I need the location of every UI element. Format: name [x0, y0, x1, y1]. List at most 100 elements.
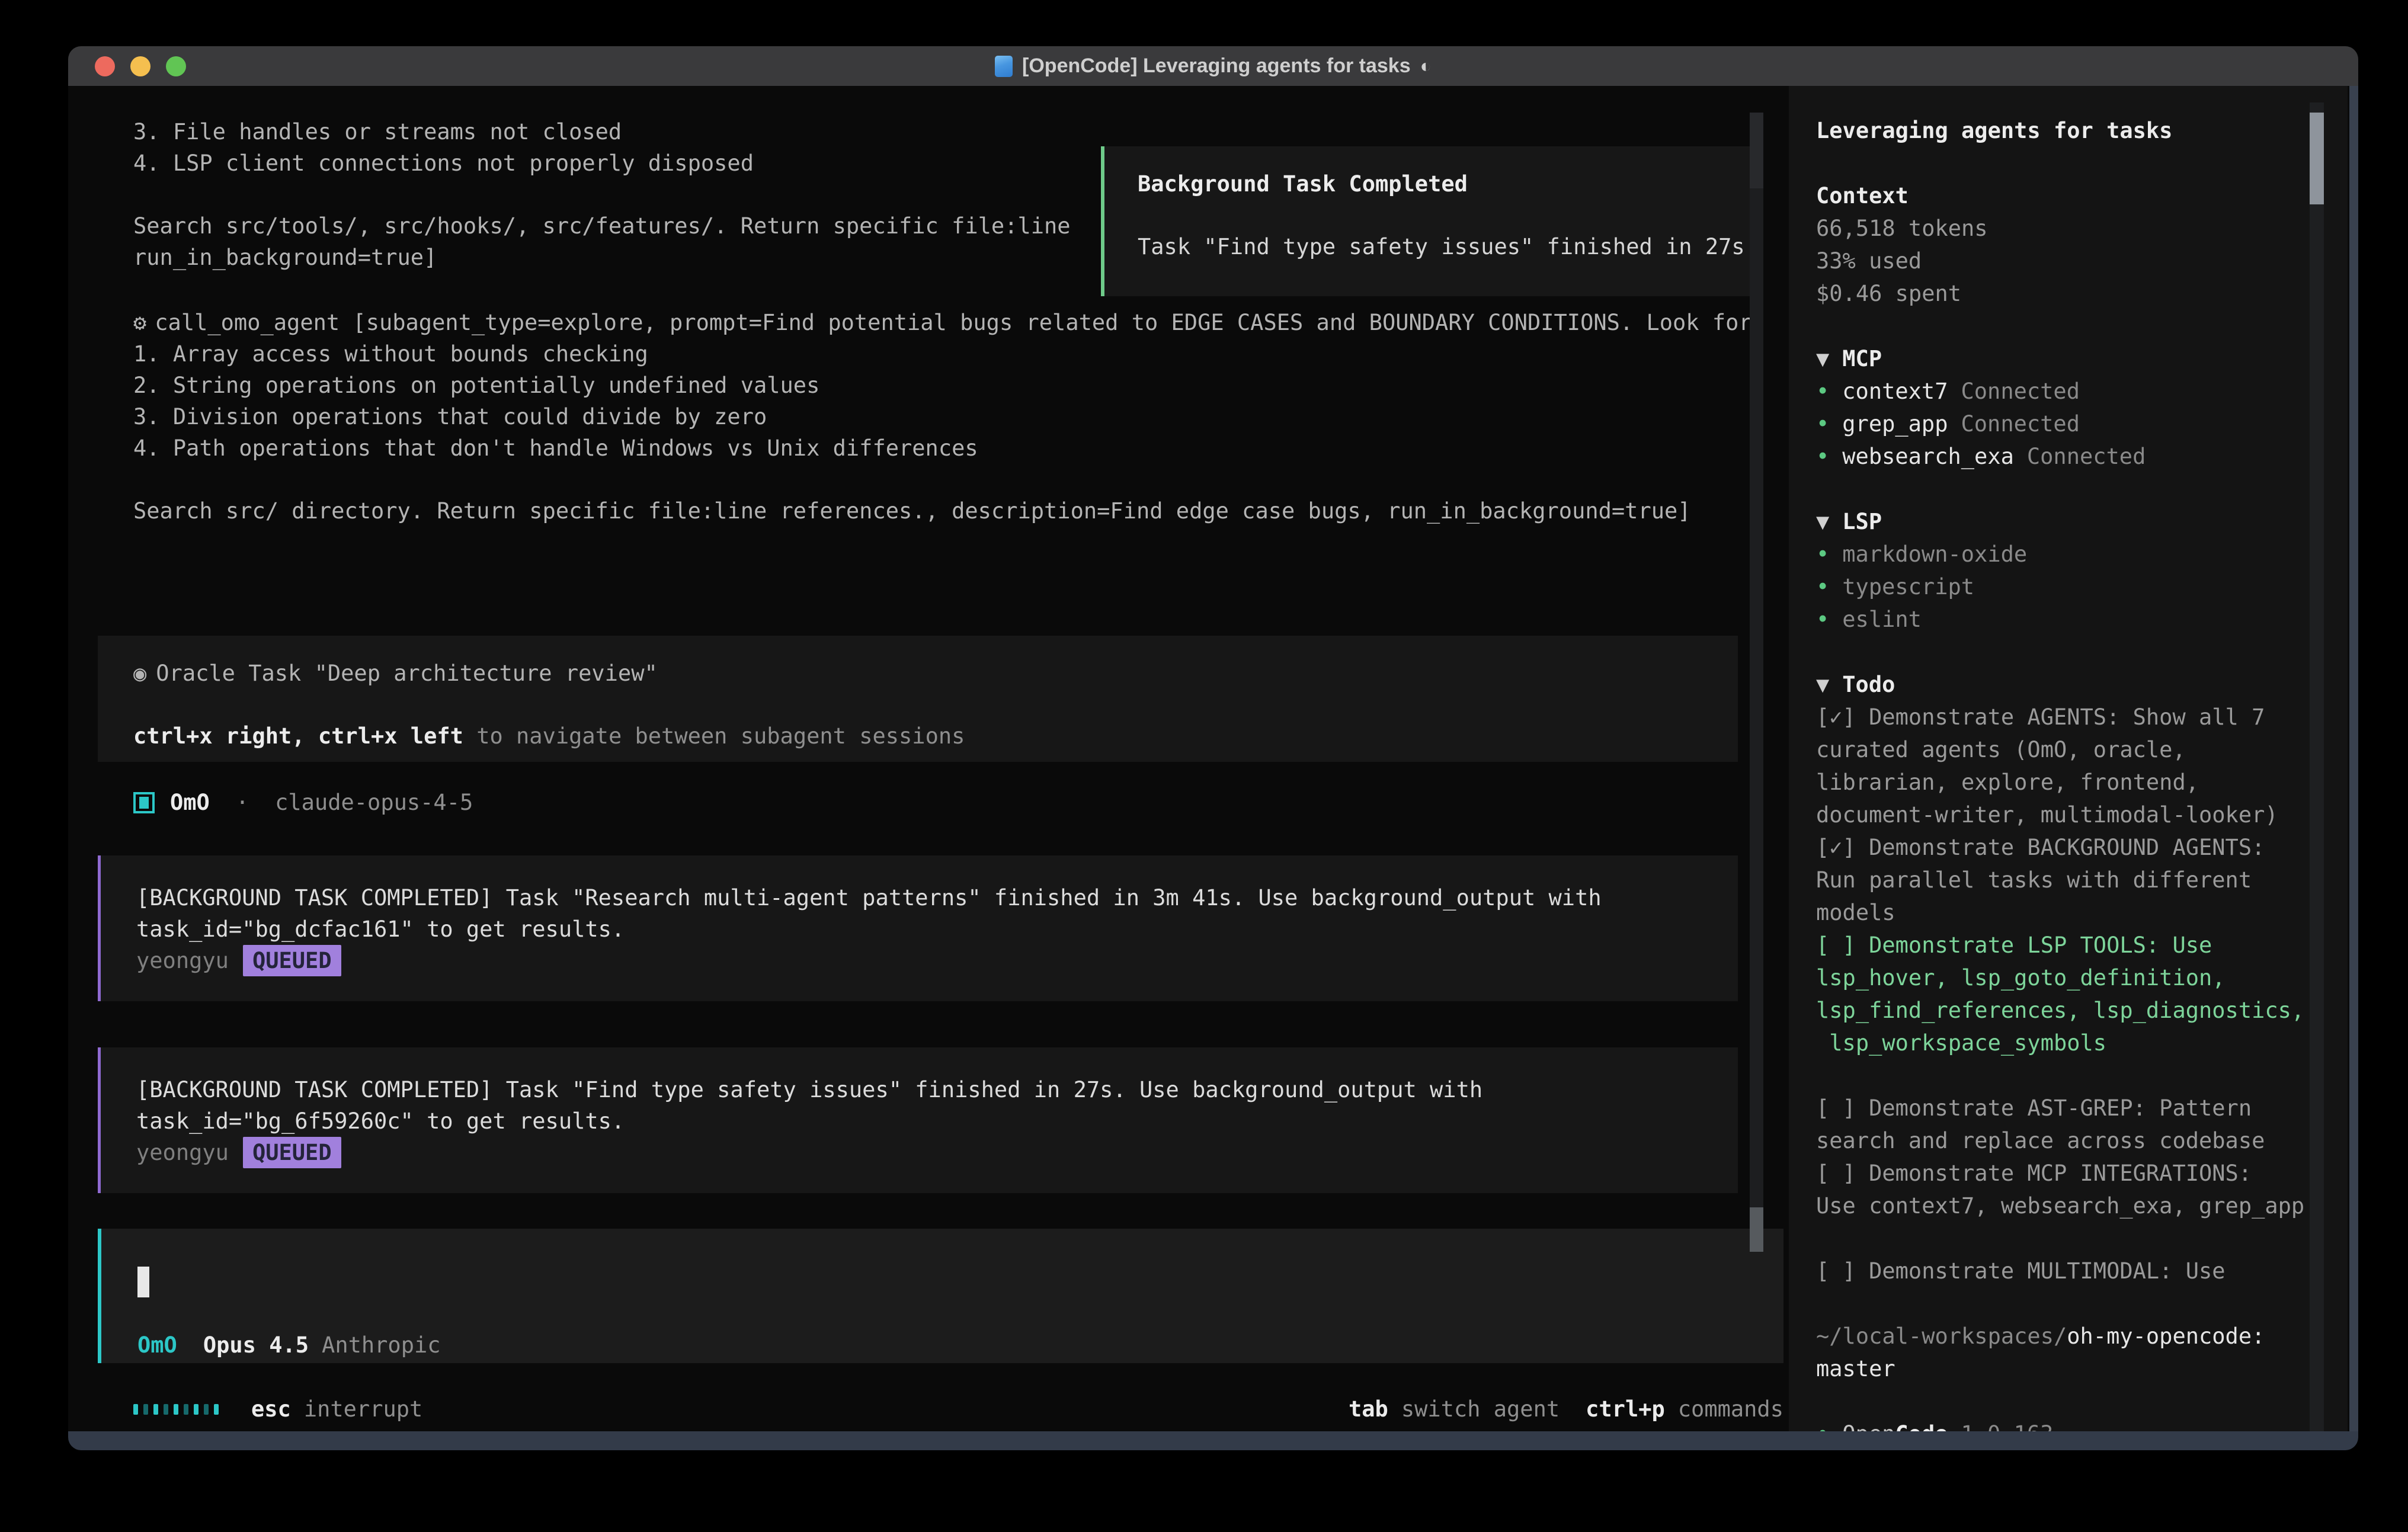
chat-scrollbar-track[interactable]	[1750, 113, 1763, 1209]
todo-line: [ ] Demonstrate MULTIMODAL: Use	[1816, 1255, 2282, 1287]
separator-dot: ·	[236, 790, 249, 815]
toast-title: Background Task Completed	[1138, 168, 1756, 200]
chat-scrollbar-thumb[interactable]	[1750, 1207, 1763, 1252]
input-model-name: Opus 4.5	[203, 1332, 309, 1358]
bullet-icon: •	[1816, 607, 1829, 632]
todo-line: models	[1816, 896, 2282, 929]
tab-key-label: tab	[1349, 1396, 1388, 1422]
chat-scrollbar-shade	[1750, 113, 1763, 188]
minimize-window-button[interactable]	[130, 56, 150, 76]
workspace-path-prefix: ~/local-workspaces/	[1816, 1323, 2067, 1349]
bullet-icon: •	[1816, 379, 1829, 404]
ctrlp-key-label: ctrl+p	[1586, 1396, 1665, 1422]
task-message-line: task_id="bg_dcfac161" to get results.	[136, 914, 1702, 945]
mcp-name: grep_app	[1842, 411, 1948, 437]
lsp-name: markdown-oxide	[1842, 541, 2027, 567]
session-title: Leveraging agents for tasks	[1816, 114, 2282, 147]
esc-action-label: interrupt	[304, 1396, 422, 1422]
lsp-name: eslint	[1842, 607, 1922, 632]
window-title-group: [OpenCode] Leveraging agents for tasks ◐	[68, 55, 2358, 78]
task-message-meta: yeongyuQUEUED	[136, 1137, 1702, 1168]
todo-line: curated agents (OmO, oracle,	[1816, 733, 2282, 766]
todo-line: Use context7, websearch_exa, grep_app	[1816, 1190, 2282, 1222]
model-name: claude-opus-4-5	[275, 790, 473, 815]
lsp-heading: LSP	[1842, 509, 1882, 534]
todo-heading: Todo	[1842, 672, 1895, 697]
window-title: [OpenCode] Leveraging agents for tasks	[1022, 55, 1411, 78]
lsp-section-header[interactable]: ▼ LSP	[1816, 505, 2282, 538]
mcp-name: websearch_exa	[1842, 444, 2014, 469]
spinner-dots-icon	[133, 1404, 219, 1415]
todo-line-active: lsp_workspace_symbols	[1816, 1027, 2282, 1059]
prompt-input[interactable]: OmO Opus 4.5 Anthropic	[98, 1229, 1783, 1363]
background-task-toast: Background Task Completed Task "Find typ…	[1101, 146, 1760, 296]
close-window-button[interactable]	[95, 56, 115, 76]
chat-line	[133, 464, 1752, 495]
mcp-item: • grep_app Connected	[1816, 408, 2282, 440]
chevron-down-icon: ▼	[1816, 346, 1829, 371]
todo-line: search and replace across codebase	[1816, 1124, 2282, 1157]
todo-line: [ ] Demonstrate MCP INTEGRATIONS:	[1816, 1157, 2282, 1190]
todo-line-active: [ ] Demonstrate LSP TOOLS: Use	[1816, 929, 2282, 961]
tab-action-label: switch agent	[1401, 1396, 1560, 1422]
bullet-icon: •	[1816, 444, 1829, 469]
task-message-meta: yeongyuQUEUED	[136, 945, 1702, 976]
input-provider-name: Anthropic	[322, 1332, 440, 1358]
chevron-down-icon: ▼	[1816, 672, 1829, 697]
todo-line: [✓] Demonstrate AGENTS: Show all 7	[1816, 701, 2282, 733]
tool-call-header: ⚙call_omo_agent [subagent_type=explore, …	[133, 307, 1752, 338]
target-icon: ◉	[133, 661, 146, 686]
task-message-line: task_id="bg_6f59260c" to get results.	[136, 1105, 1702, 1137]
spacer-line	[1816, 1222, 2282, 1255]
mcp-heading: MCP	[1842, 346, 1882, 371]
spacer-line	[1816, 1287, 2282, 1320]
oracle-task-title-line: ◉Oracle Task "Deep architecture review"	[133, 658, 1702, 689]
todo-line-active: lsp_find_references, lsp_diagnostics,	[1816, 994, 2282, 1027]
username: yeongyu	[136, 948, 229, 973]
context-tokens: 66,518 tokens	[1816, 212, 2282, 245]
chat-line: 1. Array access without bounds checking	[133, 338, 1752, 370]
workspace-branch: master	[1816, 1352, 2282, 1385]
oracle-task-hint: ctrl+x right, ctrl+x left to navigate be…	[133, 720, 1702, 752]
status-bar: escinterrupt tabswitch agentctrl+pcomman…	[133, 1393, 1783, 1425]
mcp-status: Connected	[2027, 444, 2146, 469]
input-agent-name: OmO	[137, 1332, 177, 1358]
chat-paragraph: 3. File handles or streams not closed 4.…	[133, 116, 1071, 273]
mcp-status: Connected	[1961, 411, 2080, 437]
mcp-name: context7	[1842, 379, 1948, 404]
shortcut-key: ctrl+x left	[318, 723, 463, 749]
bullet-icon: •	[1816, 574, 1829, 600]
todo-line-active: lsp_hover, lsp_goto_definition,	[1816, 961, 2282, 994]
todo-line: [ ] Demonstrate AST-GREP: Pattern	[1816, 1092, 2282, 1124]
todo-section-header[interactable]: ▼ Todo	[1816, 668, 2282, 701]
spacer-line	[133, 689, 1702, 720]
window-right-edge	[2349, 86, 2358, 1431]
oracle-task-card: ◉Oracle Task "Deep architecture review" …	[98, 636, 1738, 762]
todo-line: [✓] Demonstrate BACKGROUND AGENTS:	[1816, 831, 2282, 864]
lsp-item: • eslint	[1816, 603, 2282, 636]
spacer-line	[1816, 1059, 2282, 1092]
chat-line: Search src/ directory. Return specific f…	[133, 495, 1752, 527]
mcp-section-header[interactable]: ▼ MCP	[1816, 342, 2282, 375]
omo-agent-icon	[133, 792, 155, 813]
bullet-icon: •	[1816, 541, 1829, 567]
chat-transcript: 3. File handles or streams not closed 4.…	[68, 86, 1789, 1450]
sidebar-scrollbar-thumb[interactable]	[2310, 113, 2324, 204]
chevron-down-icon: ▼	[1816, 509, 1829, 534]
window-controls	[95, 46, 186, 86]
shortcut-hints: tabswitch agentctrl+pcommands	[1349, 1393, 1783, 1425]
chat-line: 3. File handles or streams not closed	[133, 116, 1071, 148]
todo-line: librarian, explore, frontend,	[1816, 766, 2282, 799]
chat-line	[133, 179, 1071, 210]
mcp-item: •context7Connected	[1816, 375, 2282, 408]
sidebar-scrollbar-track[interactable]	[2310, 102, 2324, 1431]
bullet-icon: •	[1816, 411, 1829, 437]
chat-line: Search src/tools/, src/hooks/, src/featu…	[133, 210, 1071, 242]
app-window: [OpenCode] Leveraging agents for tasks ◐…	[68, 46, 2358, 1450]
hint-text: to navigate between subagent sessions	[463, 723, 965, 749]
background-task-message: [BACKGROUND TASK COMPLETED] Task "Resear…	[98, 855, 1738, 1001]
context-used: 33% used	[1816, 245, 2282, 277]
context-spent: $0.46 spent	[1816, 277, 2282, 310]
zoom-window-button[interactable]	[166, 56, 186, 76]
chat-line: 4. LSP client connections not properly d…	[133, 148, 1071, 179]
